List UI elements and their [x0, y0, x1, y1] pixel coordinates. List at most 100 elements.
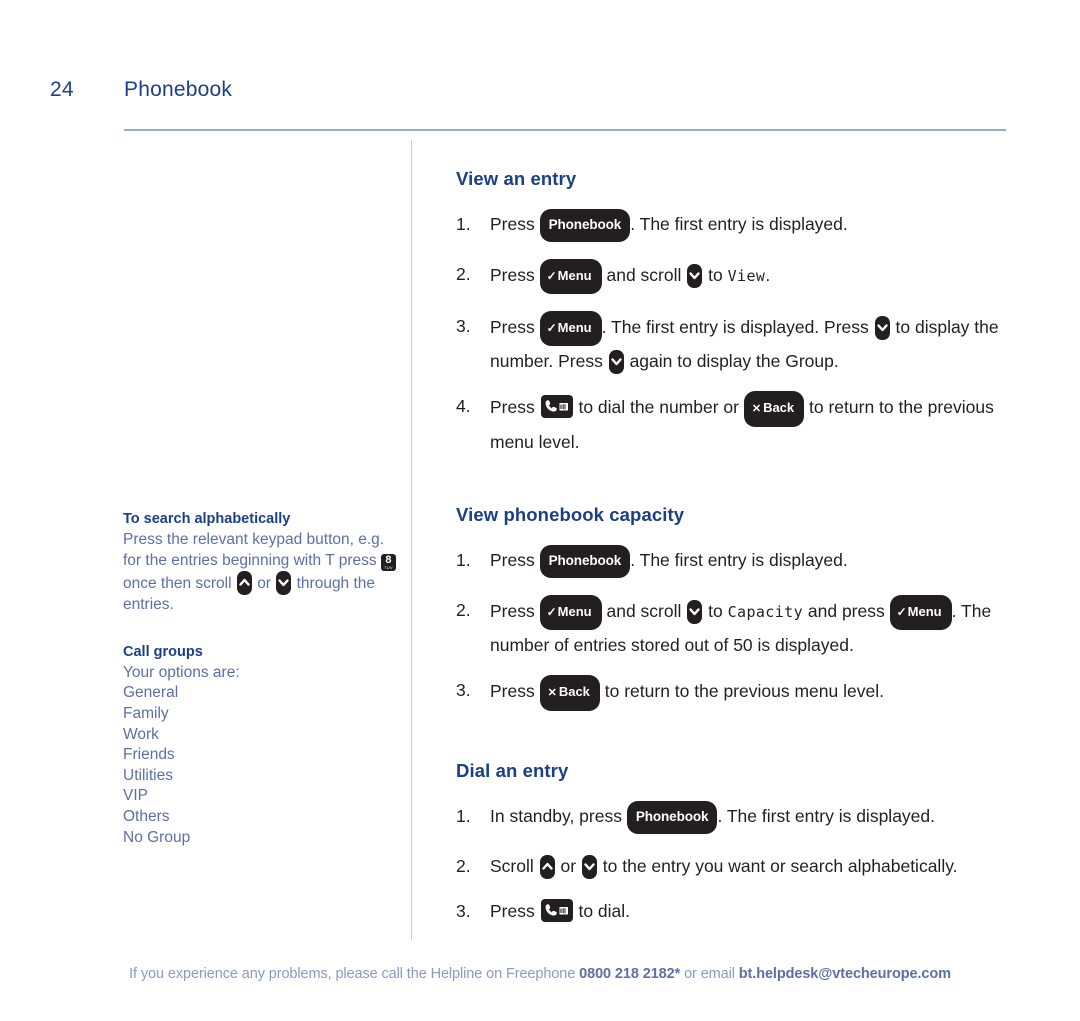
call-group-item: VIP — [123, 787, 148, 805]
section-title: View an entry — [456, 168, 577, 189]
keypad-8-icon: 8 TUV — [380, 553, 396, 571]
call-group-item: Friends — [123, 746, 175, 764]
header-divider — [124, 129, 1006, 131]
step-item: 3. Press ✕ Back to return to the previous … — [456, 675, 1016, 712]
key-label: Back — [763, 400, 795, 415]
scroll-down-icon — [276, 571, 292, 596]
step-text: to the entry you want or search alphabet… — [597, 856, 958, 876]
menu-key[interactable]: ✓Menu — [539, 595, 602, 630]
scroll-down-icon[interactable] — [874, 316, 890, 340]
step-text: to — [703, 265, 728, 285]
step-number: 2. — [456, 856, 471, 876]
key-label: Menu — [557, 320, 592, 335]
call-groups-list: General Family Work Friends Utilities VIP Othe… — [123, 683, 398, 848]
phonebook-key[interactable]: Phonebook — [539, 209, 631, 242]
key-label: Back — [558, 684, 590, 699]
step-text: Scroll — [490, 856, 539, 876]
step-text: Press — [490, 901, 540, 921]
step-item: 3. Press to dial. — [456, 897, 1016, 925]
key-label: Menu — [557, 604, 592, 619]
step-number: 4. — [456, 396, 471, 416]
step-text: . The first entry is displayed. — [630, 214, 848, 234]
step-text: and scroll — [601, 601, 687, 621]
step-number: 3. — [456, 316, 471, 336]
step-text: or — [555, 856, 581, 876]
instruction-section: Dial an entry 1. In standby, press Phonebo… — [456, 760, 1016, 925]
step-number: 3. — [456, 901, 471, 921]
check-icon: ✓ — [546, 605, 557, 619]
step-number: 2. — [456, 264, 471, 284]
step-text: . The first entry is displayed. — [630, 550, 848, 570]
sidebar-search-text-mid: once then scroll — [123, 575, 232, 593]
step-item: 1. In standby, press Phonebook . The first… — [456, 801, 1016, 835]
chapter-title: Phonebook — [124, 78, 233, 101]
step-text: Press — [490, 317, 540, 337]
step-text: and press — [803, 601, 890, 621]
key-label: Menu — [557, 268, 592, 283]
step-item: 3. Press ✓Menu. The first entry is displa… — [456, 311, 1016, 375]
section-title: View phonebook capacity — [456, 504, 685, 525]
step-text: to dial the number or — [573, 397, 744, 417]
step-text: to return to the previous menu level. — [599, 681, 884, 701]
check-icon: ✓ — [546, 321, 557, 335]
call-group-item: General — [123, 684, 179, 702]
column-divider — [411, 140, 412, 940]
sidebar-heading-search: To search alphabetically — [123, 511, 291, 527]
back-key[interactable]: ✕ Back — [539, 675, 600, 711]
step-text: again to display the Group. — [624, 351, 839, 371]
footer-text-mid: or email — [680, 966, 739, 982]
scroll-down-icon[interactable] — [608, 350, 624, 374]
keypad-8-number: 8 — [385, 553, 392, 566]
step-number: 1. — [456, 806, 471, 826]
step-text: to dial. — [573, 901, 631, 921]
back-key[interactable]: ✕ Back — [743, 391, 805, 427]
sidebar-search-text-before: Press the relevant keypad button, e.g. f… — [123, 531, 385, 569]
call-group-item: Others — [123, 807, 170, 825]
scroll-down-icon[interactable] — [687, 264, 703, 288]
page-header: 24 Phonebook — [0, 78, 1080, 131]
step-text: . The first entry is displayed. — [717, 806, 935, 826]
call-groups-intro: Your options are: — [123, 663, 240, 681]
lcd-menu-text: Capacity — [727, 603, 804, 621]
step-text: . The first entry is displayed. Press — [601, 317, 874, 337]
step-text: . — [765, 265, 771, 285]
key-label: Phonebook — [548, 217, 622, 232]
check-icon: ✓ — [546, 269, 557, 283]
scroll-down-icon[interactable] — [687, 600, 703, 624]
steps-list: 1. Press Phonebook . The first entry is di… — [456, 209, 1016, 456]
section-title: Dial an entry — [456, 760, 569, 781]
dial-call-icon[interactable] — [540, 899, 573, 922]
call-group-item: Utilities — [123, 766, 173, 784]
step-text: Press — [490, 265, 540, 285]
step-number: 2. — [456, 600, 471, 620]
scroll-down-icon[interactable] — [581, 855, 597, 879]
step-number: 3. — [456, 680, 471, 700]
menu-key[interactable]: ✓Menu — [539, 311, 602, 346]
sidebar-search-or: or — [257, 575, 271, 593]
phonebook-key[interactable]: Phonebook — [539, 545, 631, 578]
step-number: 1. — [456, 214, 471, 234]
step-text: Press — [490, 681, 540, 701]
instruction-section: View an entry 1. Press Phonebook . The firs… — [456, 168, 1016, 456]
lcd-menu-text: View — [727, 267, 766, 285]
step-text: In standby, press — [490, 806, 627, 826]
dial-call-icon[interactable] — [540, 395, 573, 418]
scroll-up-icon[interactable] — [539, 855, 555, 879]
step-text: Press — [490, 397, 540, 417]
menu-key[interactable]: ✓Menu — [539, 259, 602, 294]
menu-key[interactable]: ✓Menu — [889, 595, 952, 630]
phonebook-key[interactable]: Phonebook — [626, 801, 718, 834]
step-item: 1. Press Phonebook . The first entry is di… — [456, 209, 1016, 243]
step-number: 1. — [456, 550, 471, 570]
call-group-item: Work — [123, 725, 159, 743]
key-label: Menu — [907, 604, 942, 619]
steps-list: 1. In standby, press Phonebook . The first… — [456, 801, 1016, 925]
step-item: 2. Scroll or to the entry you want or sea… — [456, 852, 1016, 880]
scroll-up-icon — [236, 571, 252, 596]
step-text: to — [703, 601, 728, 621]
footer-phone-number: 0800 218 2182* — [579, 966, 681, 982]
call-group-item: Family — [123, 704, 169, 722]
keypad-8-letters: TUV — [384, 564, 393, 570]
page-number: 24 — [50, 78, 74, 101]
